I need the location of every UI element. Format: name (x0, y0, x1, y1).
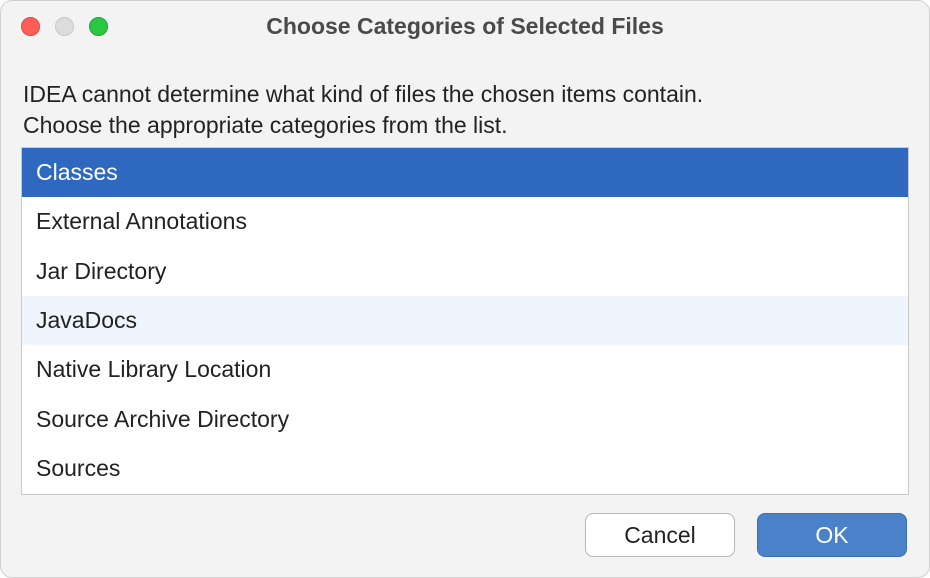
list-item-label: Sources (36, 455, 120, 481)
list-item-label: Source Archive Directory (36, 406, 289, 432)
list-item-label: Jar Directory (36, 258, 166, 284)
dialog-title: Choose Categories of Selected Files (266, 13, 664, 40)
dialog-window: Choose Categories of Selected Files IDEA… (0, 0, 930, 578)
close-window-button[interactable] (21, 17, 40, 36)
maximize-window-button[interactable] (89, 17, 108, 36)
list-item[interactable]: JavaDocs (22, 296, 908, 345)
list-item-label: Classes (36, 159, 118, 185)
list-item[interactable]: Classes (22, 148, 908, 197)
list-item-label: JavaDocs (36, 307, 137, 333)
cancel-button[interactable]: Cancel (585, 513, 735, 557)
dialog-message: IDEA cannot determine what kind of files… (23, 79, 909, 141)
message-line-2: Choose the appropriate categories from t… (23, 112, 508, 138)
dialog-buttons: Cancel OK (585, 513, 907, 557)
list-item[interactable]: Sources (22, 444, 908, 493)
list-item[interactable]: External Annotations (22, 197, 908, 246)
button-label: Cancel (624, 522, 696, 549)
ok-button[interactable]: OK (757, 513, 907, 557)
category-list[interactable]: Classes External Annotations Jar Directo… (21, 147, 909, 494)
minimize-window-button[interactable] (55, 17, 74, 36)
window-controls (21, 17, 108, 36)
list-item[interactable]: Source Archive Directory (22, 395, 908, 444)
list-item-label: Native Library Location (36, 356, 271, 382)
message-line-1: IDEA cannot determine what kind of files… (23, 81, 703, 107)
list-item[interactable]: Native Library Location (22, 345, 908, 394)
button-label: OK (815, 522, 848, 549)
list-item-label: External Annotations (36, 208, 247, 234)
dialog-body: IDEA cannot determine what kind of files… (1, 51, 929, 495)
titlebar: Choose Categories of Selected Files (1, 1, 929, 51)
list-item[interactable]: Jar Directory (22, 247, 908, 296)
